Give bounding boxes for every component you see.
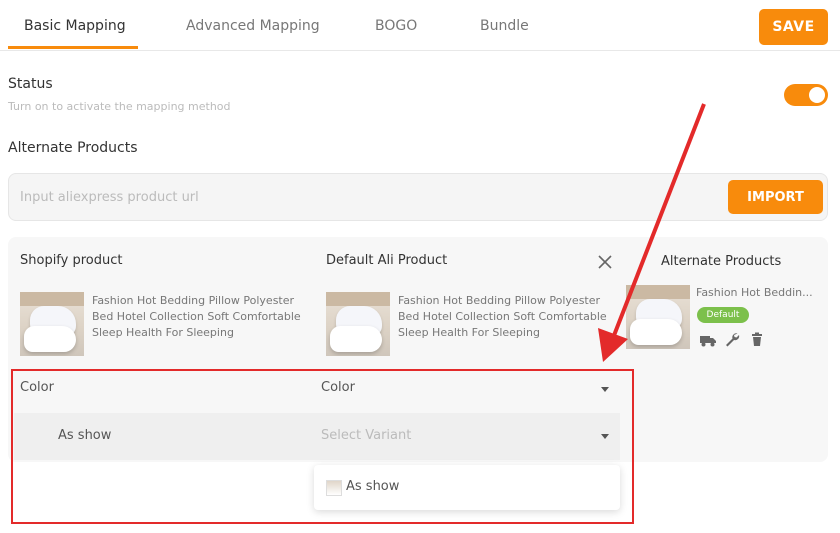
default-badge: Default [697, 307, 749, 323]
url-input-box: IMPORT [8, 173, 828, 221]
ali-option-select[interactable]: Color [321, 380, 355, 395]
shopify-variant-value: As show [58, 428, 112, 443]
aliexpress-url-input[interactable] [20, 186, 620, 208]
dropdown-option[interactable]: As show [346, 479, 399, 494]
toggle-knob [809, 87, 825, 103]
column-header-default-ali: Default Ali Product [326, 253, 448, 268]
trash-icon[interactable] [749, 331, 765, 347]
tab-basic-mapping[interactable]: Basic Mapping [24, 18, 126, 34]
tab-bundle[interactable]: Bundle [480, 18, 529, 34]
save-button[interactable]: SAVE [759, 9, 828, 45]
status-label: Status [8, 76, 53, 92]
default-ali-product-title: Fashion Hot Bedding Pillow Polyester Bed… [398, 294, 607, 339]
shopify-option-name: Color [20, 380, 54, 395]
tab-bogo[interactable]: BOGO [375, 18, 417, 34]
variant-dropdown: As show [314, 465, 620, 510]
truck-icon[interactable] [699, 332, 717, 348]
wrench-icon[interactable] [724, 331, 740, 347]
alternate-product-title: Fashion Hot Beddin... [696, 286, 813, 299]
variant-thumbnail [326, 480, 342, 496]
caret-down-icon[interactable] [601, 434, 609, 439]
alternate-products-label: Alternate Products [8, 140, 138, 156]
active-tab-indicator [8, 46, 138, 49]
variant-select[interactable]: Select Variant [321, 428, 411, 443]
tab-advanced-mapping[interactable]: Advanced Mapping [186, 18, 320, 34]
import-button[interactable]: IMPORT [728, 180, 823, 214]
tab-bar: Basic Mapping Advanced Mapping BOGO Bund… [0, 0, 840, 51]
shopify-product-title: Fashion Hot Bedding Pillow Polyester Bed… [92, 294, 301, 339]
shopify-product-image [20, 292, 84, 356]
caret-down-icon[interactable] [601, 387, 609, 392]
status-hint: Turn on to activate the mapping method [8, 100, 231, 113]
column-header-shopify: Shopify product [20, 253, 123, 268]
column-header-alternate: Alternate Products [661, 254, 782, 269]
close-icon[interactable] [597, 254, 613, 270]
status-toggle[interactable] [784, 84, 828, 106]
default-ali-product-image [326, 292, 390, 356]
alternate-product-image [626, 285, 690, 349]
